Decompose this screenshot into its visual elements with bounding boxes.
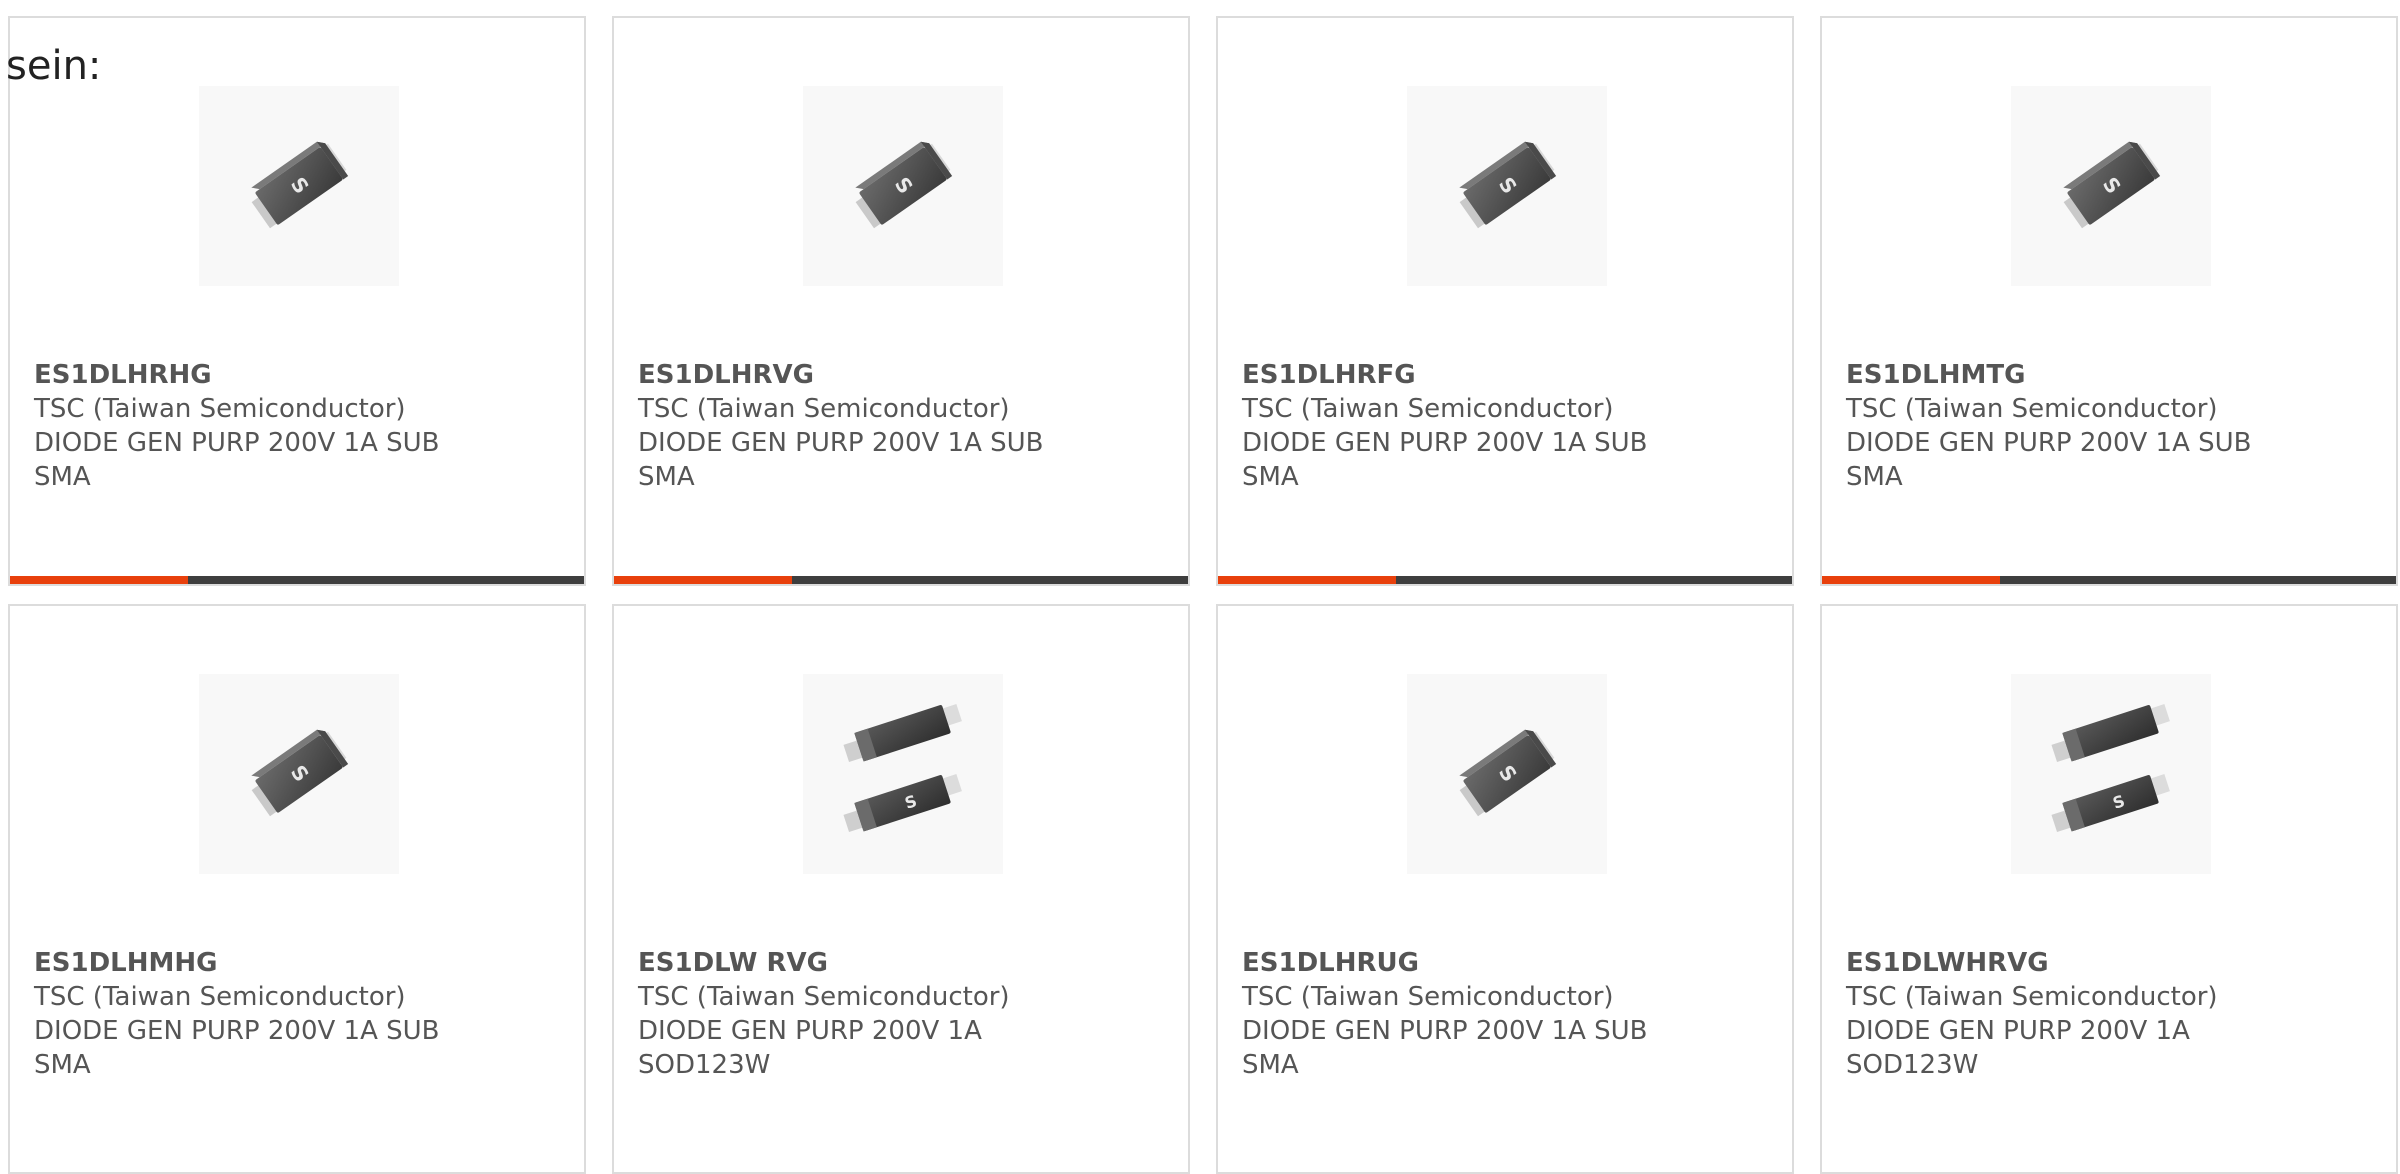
product-grid: S ES1DLHRHG TSC (Taiwan Semiconductor) D… — [8, 16, 2398, 1174]
part-number-link[interactable]: ES1DLHRVG — [638, 358, 1172, 392]
diode-sma-package-icon[interactable]: S — [199, 674, 399, 874]
diode-sod123w-package-icon[interactable]: S — [803, 674, 1003, 874]
part-number-link[interactable]: ES1DLHRHG — [34, 358, 568, 392]
manufacturer-text: TSC (Taiwan Semiconductor) — [1242, 982, 1614, 1012]
description-line2: SMA — [1242, 1050, 1299, 1080]
product-info: ES1DLHMHG TSC (Taiwan Semiconductor) DIO… — [34, 946, 568, 1082]
description-line1: DIODE GEN PURP 200V 1A SUB — [34, 1016, 440, 1046]
part-number-link[interactable]: ES1DLW RVG — [638, 946, 1172, 980]
description-line1: DIODE GEN PURP 200V 1A — [1846, 1016, 2190, 1046]
part-number-link[interactable]: ES1DLHRFG — [1242, 358, 1776, 392]
description-line2: SMA — [638, 462, 695, 492]
manufacturer-text: TSC (Taiwan Semiconductor) — [1242, 394, 1614, 424]
progress-bar — [614, 576, 1188, 584]
product-card[interactable]: S ES1DLWHRVG TSC (Taiwan Semiconductor) … — [1820, 604, 2398, 1174]
description-line2: SMA — [1242, 462, 1299, 492]
product-info: ES1DLWHRVG TSC (Taiwan Semiconductor) DI… — [1846, 946, 2380, 1082]
description-line1: DIODE GEN PURP 200V 1A SUB — [638, 428, 1044, 458]
description-line2: SMA — [34, 1050, 91, 1080]
progress-bar — [1218, 576, 1792, 584]
product-card[interactable]: S ES1DLW RVG TSC (Taiwan Semiconductor) … — [612, 604, 1190, 1174]
product-card[interactable]: S ES1DLHMTG TSC (Taiwan Semiconductor) D… — [1820, 16, 2398, 586]
description-line2: SMA — [1846, 462, 1903, 492]
part-number-link[interactable]: ES1DLHRUG — [1242, 946, 1776, 980]
manufacturer-text: TSC (Taiwan Semiconductor) — [34, 394, 406, 424]
progress-bar-fill — [614, 576, 792, 584]
product-card[interactable]: S ES1DLHRVG TSC (Taiwan Semiconductor) D… — [612, 16, 1190, 586]
diode-sma-package-icon[interactable]: S — [803, 86, 1003, 286]
description-line1: DIODE GEN PURP 200V 1A SUB — [1242, 428, 1648, 458]
product-card[interactable]: S ES1DLHRUG TSC (Taiwan Semiconductor) D… — [1216, 604, 1794, 1174]
progress-bar-fill — [1822, 576, 2000, 584]
diode-sod123w-package-icon[interactable]: S — [2011, 674, 2211, 874]
manufacturer-text: TSC (Taiwan Semiconductor) — [1846, 982, 2218, 1012]
product-info: ES1DLHRHG TSC (Taiwan Semiconductor) DIO… — [34, 358, 568, 494]
manufacturer-text: TSC (Taiwan Semiconductor) — [638, 394, 1010, 424]
diode-sma-package-icon[interactable]: S — [1407, 674, 1607, 874]
product-card[interactable]: S ES1DLHMHG TSC (Taiwan Semiconductor) D… — [8, 604, 586, 1174]
manufacturer-text: TSC (Taiwan Semiconductor) — [34, 982, 406, 1012]
progress-bar-fill — [10, 576, 188, 584]
diode-sma-package-icon[interactable]: S — [2011, 86, 2211, 286]
description-line1: DIODE GEN PURP 200V 1A SUB — [34, 428, 440, 458]
manufacturer-text: TSC (Taiwan Semiconductor) — [1846, 394, 2218, 424]
part-number-link[interactable]: ES1DLHMHG — [34, 946, 568, 980]
description-line2: SMA — [34, 462, 91, 492]
part-number-link[interactable]: ES1DLHMTG — [1846, 358, 2380, 392]
progress-bar — [10, 576, 584, 584]
progress-bar — [1822, 576, 2396, 584]
description-line1: DIODE GEN PURP 200V 1A — [638, 1016, 982, 1046]
manufacturer-text: TSC (Taiwan Semiconductor) — [638, 982, 1010, 1012]
product-card[interactable]: S ES1DLHRHG TSC (Taiwan Semiconductor) D… — [8, 16, 586, 586]
product-info: ES1DLW RVG TSC (Taiwan Semiconductor) DI… — [638, 946, 1172, 1082]
intro-text: sein: — [6, 43, 102, 89]
description-line1: DIODE GEN PURP 200V 1A SUB — [1846, 428, 2252, 458]
product-info: ES1DLHRFG TSC (Taiwan Semiconductor) DIO… — [1242, 358, 1776, 494]
product-info: ES1DLHMTG TSC (Taiwan Semiconductor) DIO… — [1846, 358, 2380, 494]
product-info: ES1DLHRVG TSC (Taiwan Semiconductor) DIO… — [638, 358, 1172, 494]
description-line2: SOD123W — [1846, 1050, 1979, 1080]
product-info: ES1DLHRUG TSC (Taiwan Semiconductor) DIO… — [1242, 946, 1776, 1082]
part-number-link[interactable]: ES1DLWHRVG — [1846, 946, 2380, 980]
diode-sma-package-icon[interactable]: S — [1407, 86, 1607, 286]
description-line1: DIODE GEN PURP 200V 1A SUB — [1242, 1016, 1648, 1046]
product-card[interactable]: S ES1DLHRFG TSC (Taiwan Semiconductor) D… — [1216, 16, 1794, 586]
progress-bar-fill — [1218, 576, 1396, 584]
description-line2: SOD123W — [638, 1050, 771, 1080]
diode-sma-package-icon[interactable]: S — [199, 86, 399, 286]
